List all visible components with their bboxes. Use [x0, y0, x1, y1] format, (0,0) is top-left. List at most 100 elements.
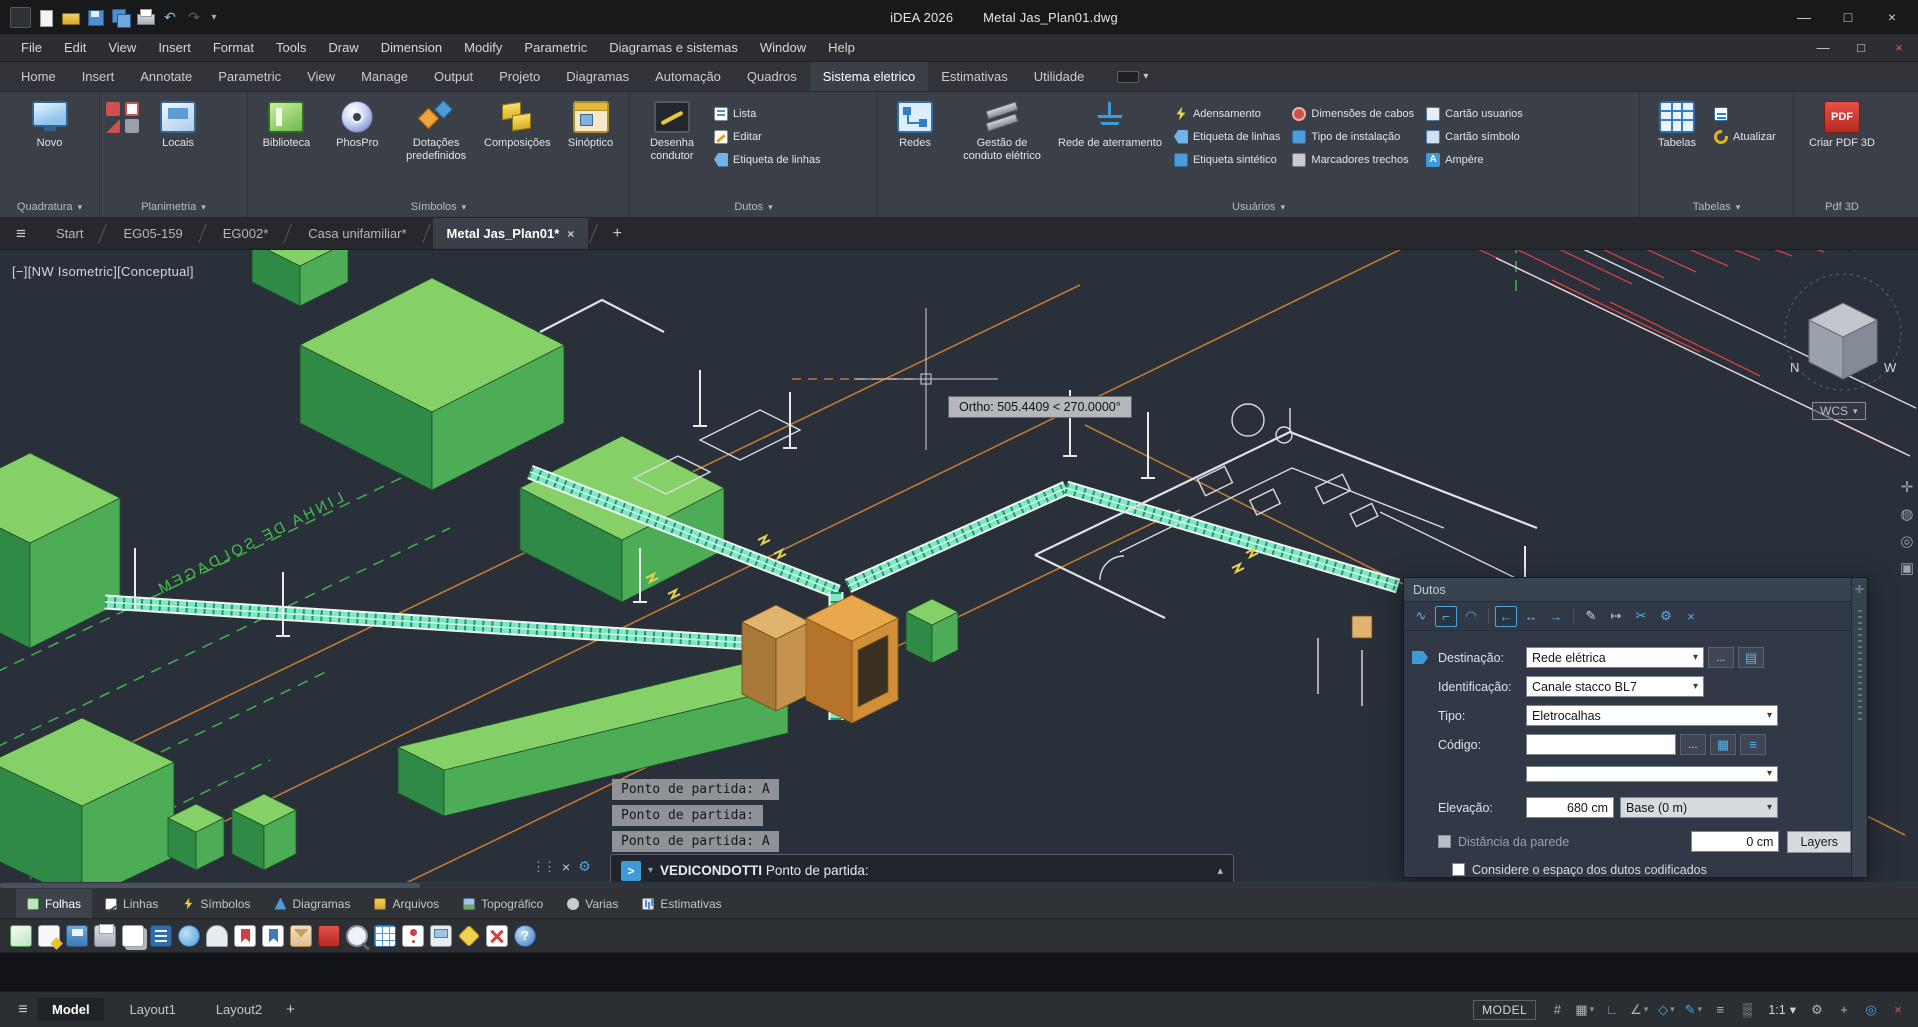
panel-tab-estimativas[interactable]: Estimativas: [631, 889, 732, 918]
warning-diamond-icon[interactable]: [458, 924, 481, 947]
ribbon-tab-quadros[interactable]: Quadros: [734, 62, 810, 91]
planimetria-tool-icon-3[interactable]: [106, 119, 120, 133]
file-tab-start[interactable]: Start: [42, 218, 97, 249]
panel-label-dutos[interactable]: Dutos ▾: [630, 197, 877, 217]
command-drag-handle[interactable]: ⋮⋮: [532, 859, 554, 875]
desenha-condutor-button[interactable]: Desenha condutor: [636, 98, 708, 162]
menu-tools[interactable]: Tools: [265, 34, 317, 61]
ribbon-tab-annotate[interactable]: Annotate: [127, 62, 205, 91]
steering-wheel-icon[interactable]: ▣: [1900, 559, 1914, 577]
file-tab-casa-unifamiliar[interactable]: Casa unifamiliar*: [294, 218, 420, 249]
menu-diagramas-sistemas[interactable]: Diagramas e sistemas: [598, 34, 749, 61]
new-sheet-icon[interactable]: [10, 925, 32, 947]
command-dropdown-icon[interactable]: ▾: [648, 865, 653, 876]
grid-table-icon[interactable]: [374, 925, 396, 947]
arrow-both-icon[interactable]: ↔: [1520, 606, 1542, 627]
app-icon[interactable]: [10, 7, 31, 28]
panel-label-tabelas[interactable]: Tabelas ▾: [1640, 197, 1793, 217]
arrow-right-icon[interactable]: →: [1545, 606, 1567, 627]
sinoptico-button[interactable]: Sinóptico: [560, 98, 622, 150]
planimetria-tool-icon-4[interactable]: [125, 119, 139, 133]
menu-parametric[interactable]: Parametric: [513, 34, 598, 61]
composicoes-button[interactable]: Composições: [484, 98, 551, 150]
tabelas-button[interactable]: Tabelas: [1646, 98, 1708, 150]
edit-pen-icon[interactable]: ✎: [1580, 606, 1602, 627]
arc-duct-icon[interactable]: ◠: [1460, 606, 1482, 627]
minimize-button[interactable]: —: [1782, 0, 1826, 34]
pan-icon[interactable]: ✛: [1900, 478, 1914, 496]
palette-title[interactable]: Dutos: [1404, 578, 1867, 602]
panel-tab-folhas[interactable]: Folhas: [16, 889, 92, 918]
redo-icon[interactable]: ↷: [184, 7, 204, 28]
settings-gear-icon[interactable]: ⚙: [1805, 998, 1829, 1022]
biblioteca-button[interactable]: Biblioteca: [255, 98, 317, 150]
maximize-button[interactable]: □: [1826, 0, 1870, 34]
settings-gear-icon[interactable]: ⚙: [1655, 606, 1677, 627]
ribbon-tab-output[interactable]: Output: [421, 62, 486, 91]
destinacao-select[interactable]: Rede elétrica ▾: [1526, 647, 1704, 668]
cartao-usuarios-button[interactable]: Cartão usuarios: [1426, 102, 1523, 125]
layers-button[interactable]: Layers: [1787, 831, 1851, 853]
bookmark-red-icon[interactable]: [234, 925, 256, 947]
save-icon[interactable]: [85, 7, 106, 28]
viewport-controls[interactable]: [−][NW Isometric][Conceptual]: [12, 264, 194, 279]
elevacao-base-select[interactable]: Base (0 m) ▾: [1620, 797, 1778, 818]
menu-help[interactable]: Help: [817, 34, 866, 61]
ribbon-tab-home[interactable]: Home: [8, 62, 69, 91]
ribbon-overflow-button[interactable]: ▾: [1107, 62, 1158, 91]
menu-modify[interactable]: Modify: [453, 34, 513, 61]
distancia-checkbox[interactable]: [1438, 835, 1451, 848]
grid-toggle-icon[interactable]: #: [1545, 998, 1569, 1022]
command-close-icon[interactable]: ×: [562, 859, 570, 875]
open-file-icon[interactable]: [60, 7, 81, 28]
palette-grip-dots[interactable]: [1858, 610, 1862, 720]
print-icon[interactable]: [135, 7, 156, 28]
ortho-toggle-icon[interactable]: ∟: [1600, 998, 1624, 1022]
lineweight-icon[interactable]: ≡: [1708, 998, 1732, 1022]
menu-format[interactable]: Format: [202, 34, 265, 61]
help-icon[interactable]: ?: [514, 925, 536, 947]
polyline-duct-icon[interactable]: ⌐: [1435, 606, 1457, 627]
print-sheet-icon[interactable]: [94, 925, 116, 947]
identificacao-select[interactable]: Canale stacco BL7 ▾: [1526, 676, 1704, 697]
ribbon-tab-diagramas[interactable]: Diagramas: [553, 62, 642, 91]
palette-dock-rail[interactable]: ✛: [1851, 578, 1867, 877]
horizontal-scrollbar[interactable]: [0, 882, 1918, 889]
planimetria-tool-icon-1[interactable]: [106, 102, 120, 116]
osnap-icon[interactable]: ◇▾: [1654, 998, 1678, 1022]
panel-tab-arquivos[interactable]: Arquivos: [363, 889, 450, 918]
pin-red-icon[interactable]: [402, 925, 424, 947]
command-customize-icon[interactable]: ⚙: [578, 858, 591, 875]
distancia-input[interactable]: [1691, 831, 1779, 852]
panel-label-planimetria[interactable]: Planimetria ▾: [100, 197, 247, 217]
zoom-icon[interactable]: ◍: [1900, 505, 1914, 523]
considere-checkbox[interactable]: [1452, 863, 1465, 876]
panel-label-pdf3d[interactable]: Pdf 3D: [1794, 197, 1890, 217]
panel-tab-varias[interactable]: Varias: [556, 889, 629, 918]
new-file-icon[interactable]: [35, 7, 56, 28]
menu-window[interactable]: Window: [749, 34, 817, 61]
customize-plus-icon[interactable]: +: [1832, 998, 1856, 1022]
elevacao-input[interactable]: [1526, 797, 1614, 818]
doc-restore-button[interactable]: □: [1842, 34, 1880, 62]
clear-screen-icon[interactable]: ×: [1886, 998, 1910, 1022]
menu-insert[interactable]: Insert: [147, 34, 202, 61]
adensamento-button[interactable]: Adensamento: [1174, 102, 1280, 125]
trim-icon[interactable]: ✂: [1630, 606, 1652, 627]
save-all-icon[interactable]: [110, 7, 131, 28]
model-tab[interactable]: Model: [38, 998, 104, 1021]
doc-minimize-button[interactable]: —: [1804, 34, 1842, 62]
table-edit-button[interactable]: [1714, 102, 1776, 125]
layout1-tab[interactable]: Layout1: [116, 998, 190, 1021]
delete-mark-icon[interactable]: [486, 925, 508, 947]
planimetria-tool-icon-2[interactable]: [125, 102, 139, 116]
doc-close-button[interactable]: ×: [1880, 34, 1918, 62]
copy-sheet-icon[interactable]: [122, 925, 144, 947]
file-tab-metal-jas-plan01[interactable]: Metal Jas_Plan01* ×: [433, 218, 589, 249]
model-space-indicator[interactable]: MODEL: [1473, 1000, 1536, 1020]
pdf-export-icon[interactable]: [318, 925, 340, 947]
dimensoes-cabos-button[interactable]: Dimensões de cabos: [1292, 102, 1414, 125]
lista-button[interactable]: Lista: [714, 102, 820, 125]
menu-draw[interactable]: Draw: [317, 34, 369, 61]
orbit-icon[interactable]: ◎: [1900, 532, 1914, 550]
